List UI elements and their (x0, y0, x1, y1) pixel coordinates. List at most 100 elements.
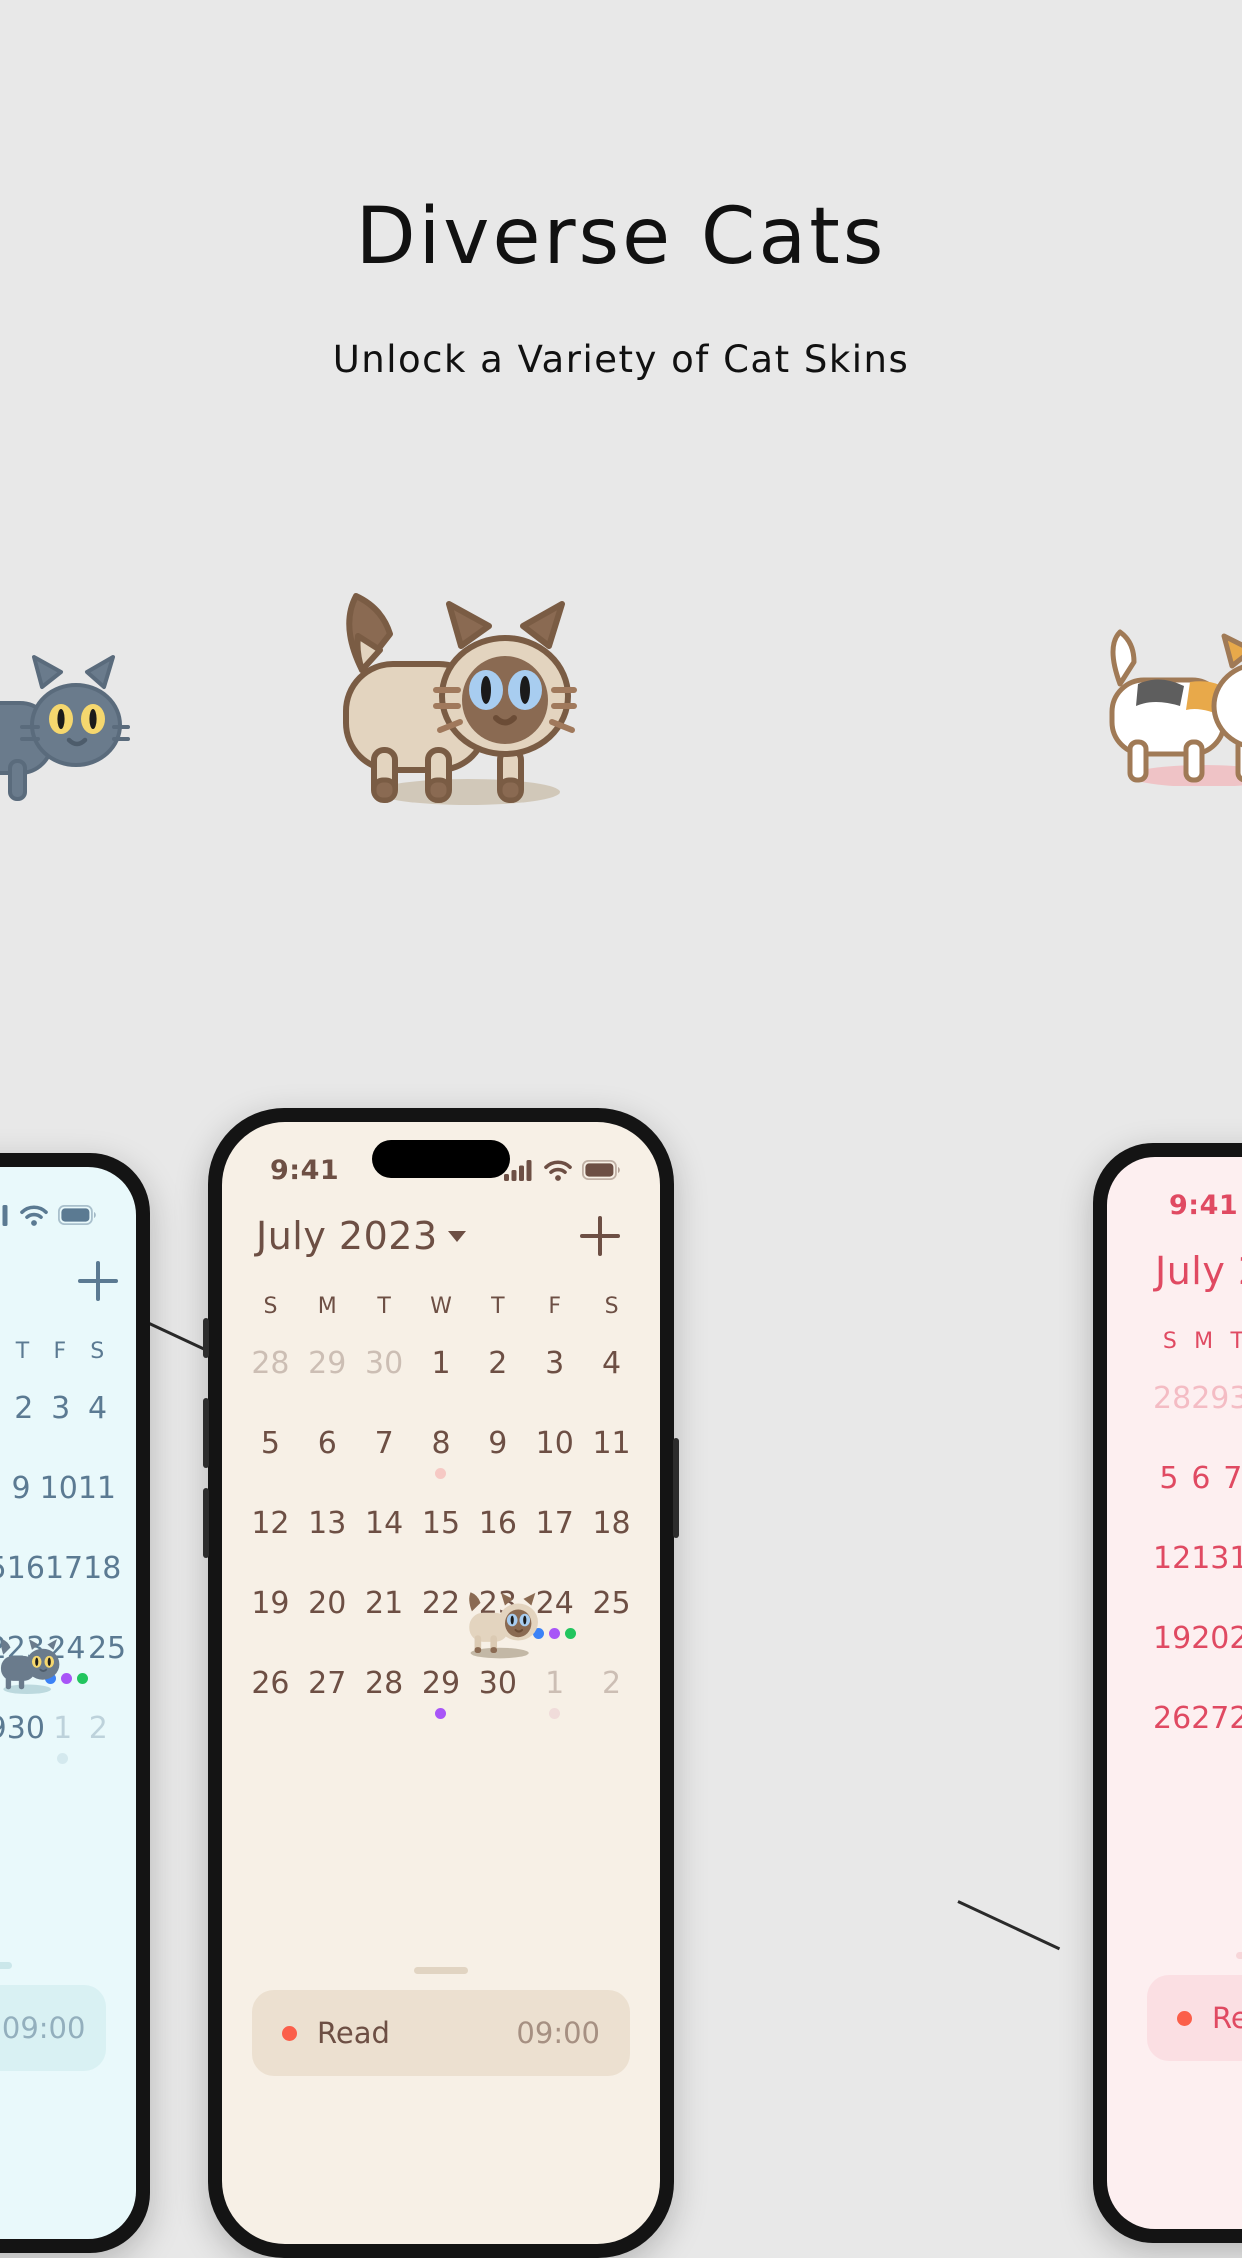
calendar-day-cell[interactable]: 20 (299, 1589, 356, 1651)
calendar-day-cell[interactable]: 29 (1191, 1384, 1229, 1446)
month-year-selector-right[interactable]: July 2023 (1155, 1249, 1242, 1293)
calendar-day-cell[interactable]: 30 (1229, 1384, 1242, 1446)
calendar-day-cell[interactable]: 7 (356, 1429, 413, 1491)
calendar-day-cell[interactable]: 28 (242, 1349, 299, 1411)
siamese-cat-illustration (343, 593, 577, 805)
calendar-day-cell[interactable]: 19 (1153, 1624, 1191, 1686)
calendar-day-cell[interactable]: 1 (45, 1714, 81, 1776)
connector-line-right (957, 1900, 1061, 1951)
calendar-day-cell[interactable]: 26 (1153, 1704, 1191, 1766)
month-year-label: July 2023 (256, 1214, 438, 1258)
calendar-day-cell[interactable]: 15 (413, 1509, 470, 1571)
drag-handle-left[interactable] (0, 1962, 12, 1969)
weekday-header-right: SMTWTFS (1107, 1329, 1242, 1354)
calendar-day-cell[interactable]: 9 (469, 1429, 526, 1491)
calendar-day-cell[interactable]: 13 (299, 1509, 356, 1571)
calendar-day-cell[interactable]: 21 (356, 1589, 413, 1651)
calendar-day-cell[interactable]: 2 (469, 1349, 526, 1411)
calendar-day-cell[interactable]: 4 (79, 1394, 116, 1456)
event-dot (549, 1708, 561, 1719)
calendar-day-cell[interactable]: 5 (1153, 1464, 1185, 1526)
task-card-right[interactable]: Read 09:00 (1147, 1975, 1242, 2061)
calendar-day-cell[interactable]: 17 (45, 1554, 83, 1616)
calendar-day-cell[interactable]: 29 (0, 1714, 7, 1776)
weekday-label: S (604, 1294, 619, 1319)
mute-switch[interactable] (203, 1318, 209, 1358)
calendar-day-cell[interactable]: 22 (413, 1589, 470, 1651)
calendar-day-cell[interactable]: 7 (1217, 1464, 1242, 1526)
calendar-day-cell[interactable]: 30 (7, 1714, 45, 1776)
calendar-day-cell[interactable]: 1 (526, 1669, 583, 1731)
calendar-day-cell[interactable]: 19 (242, 1589, 299, 1651)
calendar-day-cell[interactable]: 12 (242, 1509, 299, 1571)
dynamic-island (372, 1140, 510, 1178)
volume-up-button[interactable] (203, 1398, 209, 1468)
calendar-day-cell[interactable]: 28 (356, 1669, 413, 1731)
calendar-day-number: 9 (488, 1426, 508, 1461)
calendar-day-cell[interactable]: 24 (44, 1634, 88, 1696)
drag-handle-right[interactable] (1236, 1952, 1242, 1959)
calendar-day-cell[interactable]: 27 (299, 1669, 356, 1731)
calendar-day-cell[interactable]: 29 (413, 1669, 470, 1731)
calendar-day-cell[interactable]: 18 (583, 1509, 640, 1571)
add-event-button-center[interactable] (580, 1216, 620, 1256)
calendar-day-cell[interactable]: 28 (1229, 1704, 1242, 1766)
calendar-day-cell[interactable]: 25 (583, 1589, 640, 1651)
calendar-day-number: 27 (1191, 1701, 1230, 1736)
calendar-day-cell[interactable]: 15 (0, 1554, 7, 1616)
calendar-day-cell[interactable]: 17 (526, 1509, 583, 1571)
calendar-day-cell[interactable]: 23 (7, 1634, 45, 1696)
calendar-day-cell[interactable]: 9 (3, 1474, 40, 1536)
calendar-day-cell[interactable]: 22 (0, 1634, 7, 1696)
calendar-day-cell[interactable]: 10 (40, 1474, 78, 1536)
calendar-day-cell[interactable]: 20 (1191, 1624, 1229, 1686)
calendar-day-cell[interactable]: 26 (242, 1669, 299, 1731)
calendar-day-cell[interactable]: 4 (583, 1349, 640, 1411)
volume-down-button[interactable] (203, 1488, 209, 1558)
calendar-day-cell[interactable]: 28 (1153, 1384, 1191, 1446)
calendar-day-cell[interactable]: 6 (1185, 1464, 1217, 1526)
calendar-day-cell[interactable]: 6 (299, 1429, 356, 1491)
calendar-day-cell[interactable]: 23 (469, 1589, 526, 1651)
calendar-day-cell[interactable]: 10 (526, 1429, 583, 1491)
weekday-label: T (491, 1294, 505, 1319)
calendar-day-cell[interactable]: 11 (78, 1474, 116, 1536)
task-card-left[interactable]: Read 09:00 (0, 1985, 106, 2071)
calendar-day-cell[interactable]: 2 (583, 1669, 640, 1731)
calendar-day-cell[interactable]: 29 (299, 1349, 356, 1411)
calendar-day-cell[interactable]: 2 (5, 1394, 42, 1456)
calendar-day-cell[interactable]: 8 (413, 1429, 470, 1491)
drag-handle-center[interactable] (414, 1967, 468, 1974)
calendar-day-cell[interactable]: 13 (1191, 1544, 1229, 1606)
task-card-center[interactable]: Read 09:00 (252, 1990, 630, 2076)
calendar-day-cell[interactable]: 11 (583, 1429, 640, 1491)
calendar-day-cell[interactable]: 24 (526, 1589, 583, 1651)
month-year-selector-center[interactable]: July 2023 (256, 1214, 466, 1258)
add-event-button-left[interactable] (77, 1261, 118, 1301)
calendar-week-row: 567891011 (1133, 1464, 1242, 1526)
calendar-day-cell[interactable]: 18 (83, 1554, 121, 1616)
calendar-day-cell[interactable]: 3 (526, 1349, 583, 1411)
weekday-label: S (263, 1294, 278, 1319)
event-dot (57, 1753, 69, 1764)
calendar-day-cell[interactable]: 2 (80, 1714, 116, 1776)
hero-section: Diverse Cats Unlock a Variety of Cat Ski… (0, 0, 1242, 381)
calendar-day-cell[interactable]: 30 (356, 1349, 413, 1411)
calendar-day-cell[interactable]: 21 (1229, 1624, 1242, 1686)
calendar-day-cell[interactable]: 14 (1229, 1544, 1242, 1606)
calendar-day-cell[interactable]: 1 (413, 1349, 470, 1411)
calendar-day-cell[interactable]: 5 (242, 1429, 299, 1491)
calendar-day-cell[interactable]: 3 (42, 1394, 79, 1456)
calendar-day-number: 18 (83, 1551, 122, 1586)
calendar-day-cell[interactable]: 16 (469, 1509, 526, 1571)
calendar-week-row: 56789 1011 (222, 1429, 660, 1491)
calendar-app-left: 9:41 (0, 1167, 136, 2239)
calendar-day-cell[interactable]: 30 (469, 1669, 526, 1731)
event-dot (44, 1673, 56, 1684)
calendar-day-cell[interactable]: 14 (356, 1509, 413, 1571)
power-button[interactable] (673, 1438, 679, 1538)
calendar-day-cell[interactable]: 27 (1191, 1704, 1229, 1766)
calendar-day-cell[interactable]: 25 (88, 1634, 126, 1696)
calendar-day-cell[interactable]: 12 (1153, 1544, 1191, 1606)
calendar-day-cell[interactable]: 16 (7, 1554, 45, 1616)
